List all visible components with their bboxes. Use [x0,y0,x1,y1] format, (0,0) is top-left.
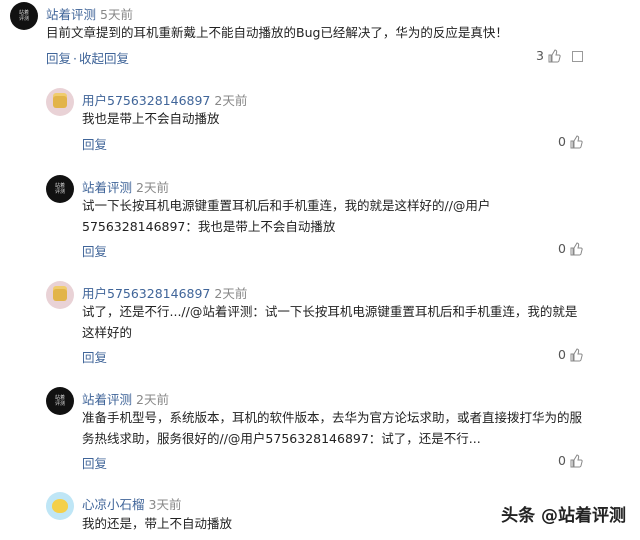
like-count: 0 [558,347,566,362]
comment-time: 3天前 [148,497,182,512]
avatar-image [52,499,68,513]
comment-time: 5天前 [100,7,133,22]
like-button[interactable]: 0 [558,453,583,468]
comment-time: 2天前 [214,286,248,301]
menu-icon[interactable] [572,51,583,62]
comment-author-line: 心凉小石榴 3天前 [82,494,181,513]
comment-actions: 回复 [82,347,107,366]
comment-author-line: 用户5756328146897 2天前 [82,283,247,302]
like-button[interactable]: 0 [558,134,583,149]
like-count: 0 [558,453,566,468]
avatar[interactable] [46,88,74,116]
comment-text: 我的还是，带上不自动播放 [82,516,233,531]
comment-time: 2天前 [136,392,169,407]
thumbs-up-icon [570,453,583,467]
avatar[interactable]: 站着 评测 [10,2,38,30]
reply-button[interactable]: 回复 [46,51,71,66]
comment-actions: 回复 [82,241,107,260]
avatar[interactable] [46,492,74,520]
author-name[interactable]: 用户5756328146897 [82,286,210,301]
like-button[interactable]: 0 [558,241,583,256]
comment-text: 准备手机型号，系统版本，耳机的软件版本，去华为官方论坛求助，或者直接拨打华为的服… [82,410,583,446]
thumbs-up-icon [570,134,583,148]
thumbs-up-icon [570,347,583,361]
comment-text: 目前文章提到的耳机重新戴上不能自动播放的Bug已经解决了，华为的反应是真快！ [46,25,508,40]
reply-button[interactable]: 回复 [82,137,107,152]
comment-actions: 回复 · 收起回复 [46,48,129,67]
avatar-image [53,289,67,301]
comment-actions: 回复 [82,453,107,472]
like-count: 0 [558,134,566,149]
collapse-replies-button[interactable]: 收起回复 [79,51,129,66]
author-name[interactable]: 站着评测 [82,392,132,407]
author-name[interactable]: 站着评测 [82,180,132,195]
watermark: 头条 @站着评测 [501,506,626,526]
reply-button[interactable]: 回复 [82,244,107,259]
avatar[interactable]: 站着 评测 [46,175,74,203]
author-name[interactable]: 站着评测 [46,7,96,22]
like-count: 3 [536,48,544,63]
like-button[interactable]: 0 [558,347,583,362]
author-name[interactable]: 心凉小石榴 [82,497,145,512]
author-name[interactable]: 用户5756328146897 [82,93,210,108]
like-button[interactable]: 3 [536,48,561,63]
avatar-image [53,96,67,108]
reply-button[interactable]: 回复 [82,456,107,471]
comment-text: 试一下长按耳机电源键重置耳机后和手机重连，我的就是这样好的//@用户575632… [82,198,491,234]
comment-author-line: 站着评测 2天前 [82,177,169,196]
comment-time: 2天前 [214,93,248,108]
avatar[interactable]: 站着 评测 [46,387,74,415]
thumbs-up-icon [548,48,561,62]
thumbs-up-icon [570,241,583,255]
reply-button[interactable]: 回复 [82,350,107,365]
separator: · [73,51,77,66]
comment-author-line: 站着评测 2天前 [82,389,169,408]
comment-text: 我也是带上不会自动播放 [82,111,220,126]
like-count: 0 [558,241,566,256]
comment-author-line: 站着评测 5天前 [46,4,133,23]
comment-time: 2天前 [136,180,169,195]
comment-actions: 回复 [82,134,107,153]
comment-author-line: 用户5756328146897 2天前 [82,90,247,109]
avatar[interactable] [46,281,74,309]
comment-text: 试了，还是不行...//@站着评测：试一下长按耳机电源键重置耳机后和手机重连，我… [82,304,578,340]
